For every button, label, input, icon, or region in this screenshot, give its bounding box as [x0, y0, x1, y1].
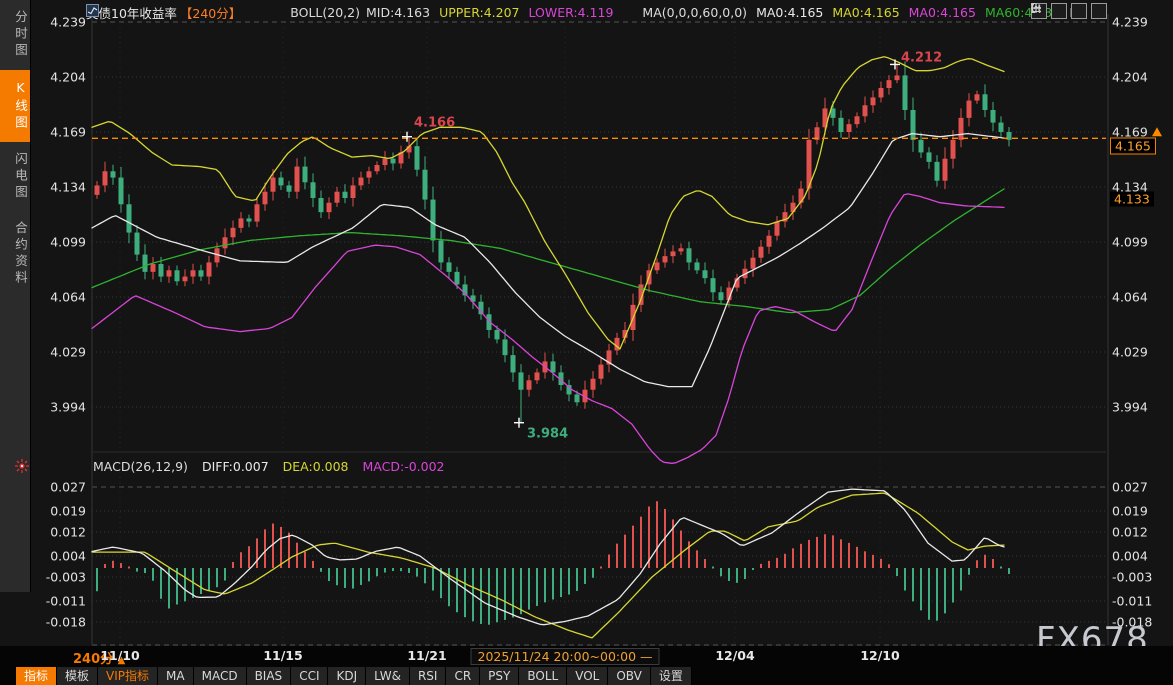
boll-upper-value: UPPER:4.207: [439, 5, 519, 20]
toolbar-button-PSY[interactable]: PSY: [480, 667, 519, 685]
chart-canvas[interactable]: [0, 0, 1173, 685]
macd-label-left: 0.027: [0, 480, 86, 495]
price-label-left: 4.064: [0, 290, 86, 305]
toolbar-button-MA[interactable]: MA: [158, 667, 194, 685]
link-icon[interactable]: [250, 6, 263, 19]
time-axis-row: 240分 ▲ 11/1011/1511/212025/11/24 20:00~0…: [0, 646, 1173, 667]
price-label-left: 4.239: [0, 14, 86, 29]
toolbar-button-MACD[interactable]: MACD: [194, 667, 247, 685]
window-controls: [1031, 3, 1107, 19]
sidebar-tab-3[interactable]: 闪电图: [0, 142, 30, 212]
macd-legend: MACD(26,12,9) DIFF:0.007 DEA:0.008 MACD:…: [93, 459, 445, 474]
price-label-left: 4.134: [0, 180, 86, 195]
period-label[interactable]: 【240分】: [180, 3, 241, 22]
extreme-price-label: 4.166: [414, 116, 455, 131]
price-label-left: 4.029: [0, 345, 86, 360]
macd-label-left: 0.019: [0, 504, 86, 519]
price-label-right: 3.994: [1112, 400, 1148, 415]
price-label-left: 4.099: [0, 235, 86, 250]
price-label-right: 4.099: [1112, 235, 1148, 250]
toolbar-button-设置[interactable]: 设置: [651, 667, 692, 685]
price-label-right: 4.204: [1112, 70, 1148, 85]
macd-label-left: -0.011: [0, 594, 86, 609]
toolbar-button-VOL[interactable]: VOL: [567, 667, 608, 685]
toolbar-button-KDJ[interactable]: KDJ: [328, 667, 366, 685]
boll-lower-value: LOWER:4.119: [529, 5, 614, 20]
macd-label-right: 0.027: [1112, 480, 1148, 495]
current-price-tag: 4.133: [1110, 192, 1154, 207]
macd-label-right: -0.003: [1112, 570, 1152, 585]
zoom-out-chart-icon[interactable]: [1071, 3, 1087, 19]
boll-mid-value: MID:4.163: [366, 5, 430, 20]
toolbar-button-CCI[interactable]: CCI: [291, 667, 328, 685]
toolbar-button-VIP指标[interactable]: VIP指标: [98, 667, 158, 685]
chart-header: 美债10年收益率 【240分】 BOLL(20,2) MID:4.163 UPP…: [86, 4, 1080, 20]
ma0-value-3: MA0:4.165: [909, 5, 976, 20]
macd-label-left: 0.004: [0, 549, 86, 564]
date-tick: 11/21: [407, 648, 446, 663]
toolbar-button-RSI[interactable]: RSI: [410, 667, 447, 685]
indicator-ma-icon[interactable]: [624, 6, 637, 19]
date-tick: 11/10: [100, 648, 139, 663]
date-tick: 12/04: [715, 648, 754, 663]
ma0-value-1: MA0:4.165: [756, 5, 823, 20]
price-label-left: 3.994: [0, 400, 86, 415]
exit-fullscreen-icon[interactable]: [1091, 3, 1107, 19]
macd-label-right: 0.019: [1112, 504, 1148, 519]
extreme-price-label: 3.984: [527, 427, 568, 442]
macd-dea-value: DEA:0.008: [283, 459, 349, 474]
indicator-boll-icon[interactable]: [272, 6, 285, 19]
toolbar-button-LW&[interactable]: LW&: [366, 667, 410, 685]
macd-label-left: 0.012: [0, 525, 86, 540]
price-label-left: 4.204: [0, 70, 86, 85]
toolbar-button-模板[interactable]: 模板: [57, 667, 98, 685]
extreme-price-label: 4.212: [901, 51, 942, 66]
price-label-right: 4.064: [1112, 290, 1148, 305]
sidebar-tab-4[interactable]: 合约资料: [0, 211, 30, 297]
sidebar-tab-1[interactable]: 分时图: [0, 0, 30, 70]
ma0-value-2: MA0:4.165: [832, 5, 899, 20]
price-label-left: 4.169: [0, 125, 86, 140]
macd-macd-value: MACD:-0.002: [363, 459, 445, 474]
price-label-right: 4.239: [1112, 14, 1148, 29]
boll-label: BOLL(20,2): [290, 5, 360, 20]
current-price-tag: 4.165: [1110, 138, 1156, 155]
trading-app-window: 分时图K线图闪电图合约资料 美债10年收益率 【240分】 BOLL(20,2)…: [0, 0, 1173, 685]
macd-diff-value: DIFF:0.007: [202, 459, 269, 474]
zoom-in-chart-icon[interactable]: [1051, 3, 1067, 19]
price-label-right: 4.029: [1112, 345, 1148, 360]
macd-label-left: -0.018: [0, 615, 86, 630]
toolbar-button-BIAS[interactable]: BIAS: [247, 667, 292, 685]
macd-label-right: -0.011: [1112, 594, 1152, 609]
selected-bar-time: 2025/11/24 20:00~00:00 —: [470, 648, 659, 665]
macd-label-right: 0.004: [1112, 549, 1148, 564]
date-tick: 12/10: [860, 648, 899, 663]
macd-title: MACD(26,12,9): [93, 459, 188, 474]
toolbar-button-CR[interactable]: CR: [446, 667, 480, 685]
macd-label-left: -0.003: [0, 570, 86, 585]
instrument-title: 美债10年收益率: [86, 3, 177, 22]
date-tick: 11/15: [263, 648, 302, 663]
alert-marker-icon[interactable]: [14, 458, 30, 474]
ma-params-label: MA(0,0,0,60,0,0): [642, 5, 747, 20]
toolbar-button-OBV[interactable]: OBV: [608, 667, 651, 685]
toolbar-button-BOLL[interactable]: BOLL: [519, 667, 567, 685]
indicator-toolbar: 指标模板VIP指标MAMACDBIASCCIKDJLW&RSICRPSYBOLL…: [16, 667, 692, 685]
toolbar-button-指标[interactable]: 指标: [16, 667, 57, 685]
macd-label-right: 0.012: [1112, 525, 1148, 540]
